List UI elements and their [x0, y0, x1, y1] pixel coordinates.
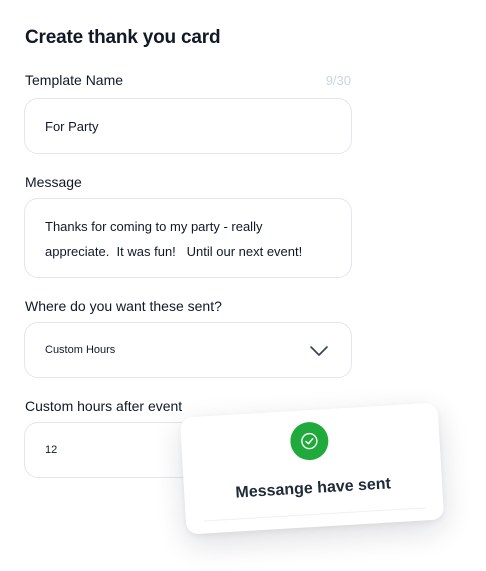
where-sent-label: Where do you want these sent?: [25, 298, 222, 314]
custom-hours-label: Custom hours after event: [25, 398, 183, 414]
template-name-input[interactable]: For Party: [24, 98, 352, 154]
message-value: Thanks for coming to my party - really a…: [45, 219, 303, 259]
where-sent-selected-value: Custom Hours: [45, 344, 116, 356]
check-circle-icon: [289, 421, 330, 462]
template-name-char-counter: 9/30: [325, 73, 351, 88]
message-label: Message: [25, 174, 82, 190]
toast-divider: [203, 507, 426, 522]
template-name-value: For Party: [45, 119, 99, 134]
chevron-down-icon[interactable]: [309, 345, 329, 357]
message-sent-toast: Messange have sent: [179, 402, 445, 535]
create-card-page: Create thank you card Template Name 9/30…: [0, 0, 486, 571]
custom-hours-value: 12: [45, 444, 58, 456]
message-textarea[interactable]: Thanks for coming to my party - really a…: [24, 198, 352, 278]
toast-message: Messange have sent: [235, 475, 392, 502]
page-title: Create thank you card: [25, 27, 221, 48]
template-name-label: Template Name: [25, 72, 124, 88]
where-sent-select[interactable]: Custom Hours: [24, 322, 352, 378]
